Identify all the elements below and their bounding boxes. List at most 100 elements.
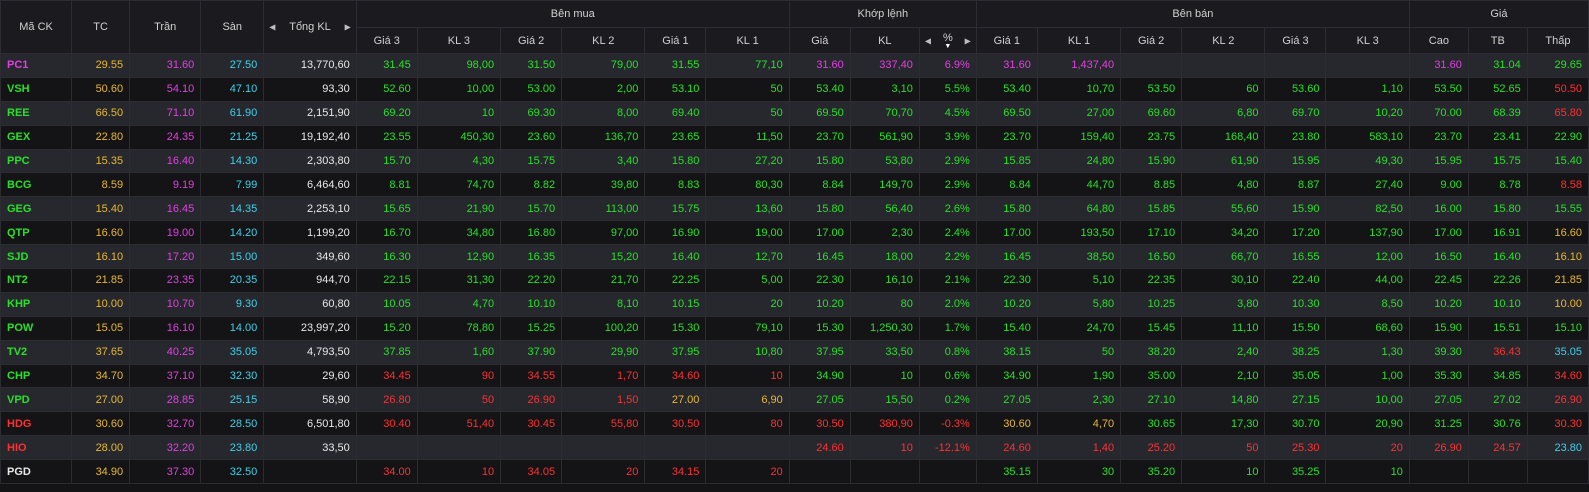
buy-vol1-header[interactable]: KL 1	[705, 27, 790, 54]
cell-floor: 9.30	[200, 291, 265, 317]
cell-buy-price1: 15.30	[644, 315, 707, 341]
cell-symbol[interactable]: BCG	[0, 172, 73, 198]
cell-buy-vol2: 21,70	[561, 268, 646, 293]
cell-match-pct: 2.6%	[918, 196, 977, 222]
cell-sell-price3: 35.25	[1264, 459, 1327, 485]
sell-vol2-header[interactable]: KL 2	[1181, 27, 1266, 54]
cell-symbol[interactable]: VPD	[0, 387, 73, 413]
cell-symbol[interactable]: PGD	[0, 459, 73, 485]
cell-ceil: 17.20	[129, 244, 202, 270]
cell-symbol[interactable]: GEG	[0, 196, 73, 222]
cell-symbol[interactable]: GEX	[0, 124, 73, 150]
cell-ceil: 40.25	[129, 339, 202, 365]
cell-match-price: 22.30	[788, 268, 851, 293]
cell-symbol[interactable]: SJD	[0, 244, 73, 270]
table-row[interactable]: CHP 34.70 37.10 32.30 29,60 34.45 90 34.55 1,70 3…	[0, 363, 1589, 389]
match-price-header[interactable]: Giá	[788, 27, 851, 54]
cell-sell-price2: 35.00	[1120, 363, 1183, 389]
cell-sell-vol3: 20	[1325, 435, 1410, 461]
cell-high: 31.25	[1408, 411, 1469, 437]
table-row[interactable]: SJD 16.10 17.20 15.00 349,60 16.30 12,90 16.35 1…	[0, 244, 1589, 270]
total-vol-label: Tổng KL	[289, 21, 331, 33]
cell-buy-vol2: 29,90	[561, 339, 646, 365]
cell-sell-vol3	[1325, 53, 1410, 78]
table-row[interactable]: GEX 22.80 24.35 21.25 19,192,40 23.55 450,30 23…	[0, 124, 1589, 150]
cell-match-pct: 0.8%	[918, 339, 977, 365]
buy-price2-header[interactable]: Giá 2	[500, 27, 563, 54]
buy-vol2-header[interactable]: KL 2	[561, 27, 646, 54]
cell-buy-vol2: 1,70	[561, 363, 646, 389]
sell-price2-header[interactable]: Giá 2	[1120, 27, 1183, 54]
avg-header[interactable]: TB	[1467, 27, 1528, 54]
cell-symbol[interactable]: POW	[0, 315, 73, 341]
pct-prev-icon[interactable]: ◀	[925, 36, 931, 45]
cell-ceil: 28.85	[129, 387, 202, 413]
table-row[interactable]: GEG 15.40 16.45 14.35 2,253,10 15.65 21,90 15.7…	[0, 196, 1589, 222]
cell-buy-vol1: 12,70	[705, 244, 790, 270]
table-row[interactable]: QTP 16.60 19.00 14.20 1,199,20 16.70 34,80 16.8…	[0, 220, 1589, 246]
cell-sell-vol2: 2,40	[1181, 339, 1266, 365]
pct-next-icon[interactable]: ▶	[965, 36, 971, 45]
cell-total-vol: 4,793,50	[263, 339, 357, 365]
cell-ceil: 37.10	[129, 363, 202, 389]
col-ref-header[interactable]: TC	[71, 0, 131, 54]
col-symbol-header[interactable]: Mã CK	[0, 0, 73, 54]
cell-sell-price3: 22.40	[1264, 268, 1327, 293]
table-row[interactable]: HDG 30.60 32.70 28.50 6,501,80 30.40 51,40 30.4…	[0, 411, 1589, 437]
cell-buy-price2: 37.90	[500, 339, 563, 365]
cell-symbol[interactable]: REE	[0, 100, 73, 126]
table-row[interactable]: PPC 15.35 16.40 14.30 2,303,80 15.70 4,30 15.75…	[0, 148, 1589, 174]
cell-symbol[interactable]: QTP	[0, 220, 73, 246]
buy-vol3-header[interactable]: KL 3	[416, 27, 502, 54]
table-row[interactable]: PC1 29.55 31.60 27.50 13,770,60 31.45 98,00 31.…	[0, 53, 1589, 78]
table-row[interactable]: PGD 34.90 37.30 32.50 34.00 10 34.05 20 34.15 20 3…	[0, 459, 1589, 485]
table-row[interactable]: VSH 50.60 54.10 47.10 93,30 52.60 10,00 53.00 2,…	[0, 76, 1589, 102]
match-pct-header[interactable]: ◀ % ▼ ▶	[918, 27, 977, 54]
sell-price1-header[interactable]: Giá 1	[975, 27, 1038, 54]
cell-sell-price2	[1120, 53, 1183, 78]
buy-price3-header[interactable]: Giá 3	[355, 27, 418, 54]
cell-total-vol: 6,464,60	[263, 172, 357, 198]
table-row[interactable]: HIO 28.00 32.20 23.80 33,50 24.60 10 -12.1% 24.6…	[0, 435, 1589, 461]
cell-sell-vol3: 1,00	[1325, 363, 1410, 389]
col-total-vol-header[interactable]: ◀ Tổng KL ▶	[263, 0, 357, 54]
cell-symbol[interactable]: NT2	[0, 268, 73, 293]
cell-symbol[interactable]: PC1	[0, 53, 73, 78]
pct-label: %	[942, 31, 953, 44]
cell-avg: 15.51	[1467, 315, 1528, 341]
col-ceil-header[interactable]: Trần	[129, 0, 202, 54]
cell-buy-vol3	[416, 435, 502, 461]
cell-symbol[interactable]: PPC	[0, 148, 73, 174]
table-row[interactable]: VPD 27.00 28.85 25.15 58,90 26.80 50 26.90 1,50 2…	[0, 387, 1589, 413]
match-vol-header[interactable]: KL	[849, 27, 920, 54]
cell-symbol[interactable]: HDG	[0, 411, 73, 437]
cell-low: 16.60	[1526, 220, 1589, 246]
table-row[interactable]: REE 66.50 71.10 61.90 2,151,90 69.20 10 69.30 8,…	[0, 100, 1589, 126]
buy-price1-header[interactable]: Giá 1	[644, 27, 707, 54]
scroll-right-icon[interactable]: ▶	[345, 23, 351, 32]
sell-vol3-header[interactable]: KL 3	[1325, 27, 1410, 54]
cell-symbol[interactable]: CHP	[0, 363, 73, 389]
high-header[interactable]: Cao	[1408, 27, 1469, 54]
cell-ref: 66.50	[71, 100, 131, 126]
table-row[interactable]: POW 15.05 16.10 14.00 23,997,20 15.20 78,80 15.…	[0, 315, 1589, 341]
sell-vol1-header[interactable]: KL 1	[1036, 27, 1122, 54]
cell-floor: 28.50	[200, 411, 265, 437]
cell-total-vol	[263, 459, 357, 485]
table-row[interactable]: TV2 37.65 40.25 35.05 4,793,50 37.85 1,60 37.90…	[0, 339, 1589, 365]
table-row[interactable]: KHP 10.00 10.70 9.30 60,80 10.05 4,70 10.10 8,10…	[0, 291, 1589, 317]
sell-group-header: Bên bán	[975, 0, 1410, 28]
scroll-left-icon[interactable]: ◀	[269, 23, 275, 32]
low-header[interactable]: Thấp	[1526, 27, 1589, 54]
cell-sell-price1: 8.84	[975, 172, 1038, 198]
cell-high: 9.00	[1408, 172, 1469, 198]
cell-symbol[interactable]: VSH	[0, 76, 73, 102]
table-row[interactable]: NT2 21.85 23.35 20.35 944,70 22.15 31,30 22.20 2…	[0, 268, 1589, 293]
cell-match-vol: 337,40	[849, 53, 920, 78]
cell-symbol[interactable]: HIO	[0, 435, 73, 461]
sell-price3-header[interactable]: Giá 3	[1264, 27, 1327, 54]
cell-symbol[interactable]: KHP	[0, 291, 73, 317]
cell-symbol[interactable]: TV2	[0, 339, 73, 365]
col-floor-header[interactable]: Sàn	[200, 0, 265, 54]
table-row[interactable]: BCG 8.59 9.19 7.99 6,464,60 8.81 74,70 8.82 39,8…	[0, 172, 1589, 198]
